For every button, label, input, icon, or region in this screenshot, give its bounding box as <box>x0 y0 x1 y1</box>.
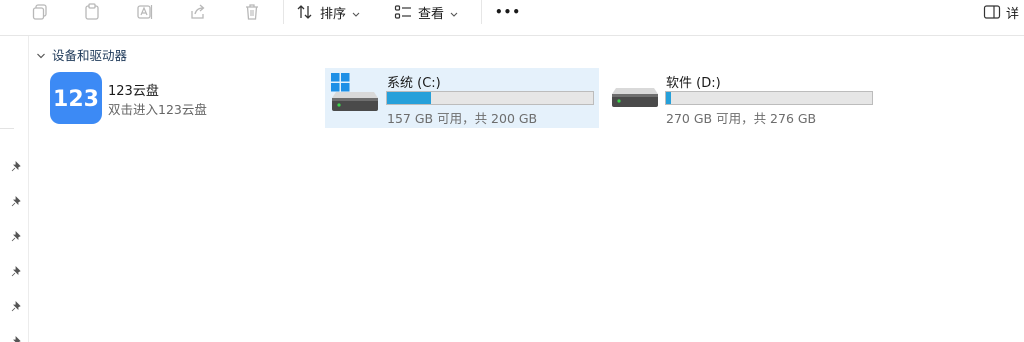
details-pane-icon <box>983 4 1001 20</box>
rename-icon[interactable] <box>133 0 157 24</box>
drive-d-usage-fill <box>666 92 671 104</box>
chevron-down-icon <box>36 45 46 64</box>
toolbar-divider <box>481 0 482 24</box>
section-title: 设备和驱动器 <box>52 47 128 63</box>
view-icon <box>394 4 412 20</box>
file-explorer-window: 排序 查看 ••• 详 设备和驱动器 123 123云盘 双击进入123云盘 系… <box>0 0 1024 342</box>
delete-icon[interactable] <box>240 0 264 24</box>
pin-icon[interactable] <box>10 333 22 342</box>
pin-icon[interactable] <box>10 228 22 242</box>
details-pane-button[interactable]: 详 <box>983 0 1024 24</box>
devices-section-header[interactable]: 设备和驱动器 <box>36 44 127 64</box>
view-label: 查看 <box>418 6 445 22</box>
sort-icon <box>296 4 314 20</box>
drive-icon <box>610 72 660 120</box>
copy-icon[interactable] <box>28 0 52 24</box>
sort-button[interactable]: 排序 <box>296 0 368 24</box>
more-options-button[interactable]: ••• <box>494 0 522 24</box>
nav-divider <box>0 128 14 129</box>
chevron-down-icon <box>352 3 360 22</box>
details-label: 详 <box>1006 6 1020 22</box>
chevron-down-icon <box>450 3 458 22</box>
svg-text:123: 123 <box>54 87 98 111</box>
more-icon: ••• <box>494 5 521 19</box>
system-drive-icon <box>330 72 380 120</box>
drive-d-usage-bar <box>665 91 873 105</box>
view-button[interactable]: 查看 <box>394 0 466 24</box>
toolbar-divider <box>283 0 284 24</box>
drive-d-name: 软件 (D:) <box>666 76 721 91</box>
cloud-drive-name: 123云盘 <box>108 84 159 99</box>
drive-c-usage-fill <box>387 92 432 104</box>
paste-icon[interactable] <box>80 0 104 24</box>
pin-icon[interactable] <box>10 158 22 172</box>
share-icon[interactable] <box>186 0 210 24</box>
pin-icon[interactable] <box>10 263 22 277</box>
navigation-pane <box>0 36 29 342</box>
123-cloud-logo-icon: 123 <box>50 72 102 124</box>
drive-c-size-text: 157 GB 可用，共 200 GB <box>387 111 538 126</box>
pin-icon[interactable] <box>10 193 22 207</box>
command-bar: 排序 查看 ••• 详 <box>0 0 1024 36</box>
pin-icon[interactable] <box>10 298 22 312</box>
drive-c-name: 系统 (C:) <box>387 76 441 91</box>
drive-d-size-text: 270 GB 可用，共 276 GB <box>666 111 817 126</box>
drive-c-usage-bar <box>386 91 594 105</box>
cloud-drive-subtitle: 双击进入123云盘 <box>108 102 207 117</box>
sort-label: 排序 <box>320 6 347 22</box>
